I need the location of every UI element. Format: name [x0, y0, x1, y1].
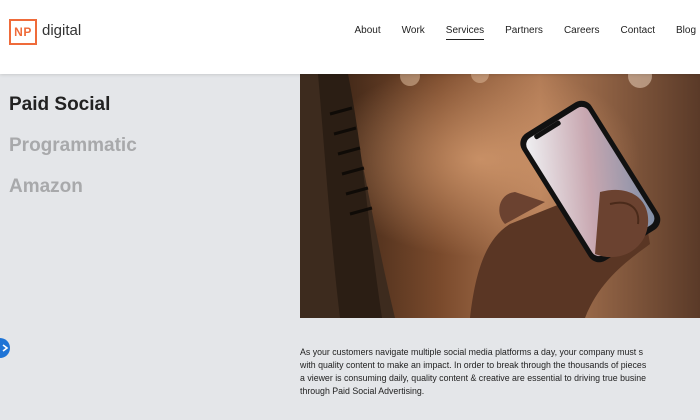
- phone-photo-illustration: [300, 74, 700, 318]
- logo-wordmark[interactable]: digital: [42, 22, 81, 39]
- nav-about[interactable]: About: [354, 25, 380, 40]
- main-nav: About Work Services Partners Careers Con…: [333, 25, 696, 40]
- nav-work[interactable]: Work: [402, 25, 425, 40]
- service-description: As your customers navigate multiple soci…: [300, 346, 700, 398]
- nav-contact[interactable]: Contact: [621, 25, 655, 40]
- description-line: with quality content to make an impact. …: [300, 360, 647, 370]
- nav-careers[interactable]: Careers: [564, 25, 600, 40]
- site-header: NP digital About Work Services Partners …: [0, 0, 700, 74]
- description-line: through Paid Social Advertising.: [300, 386, 425, 396]
- logo-mark[interactable]: NP: [9, 19, 37, 45]
- nav-services[interactable]: Services: [445, 25, 485, 40]
- accessibility-widget-button[interactable]: [0, 338, 10, 358]
- sidebar-item-paid-social[interactable]: Paid Social: [9, 94, 110, 116]
- nav-partners[interactable]: Partners: [505, 25, 543, 40]
- nav-blog[interactable]: Blog: [676, 25, 696, 40]
- hero-image-hand-holding-phone: [300, 74, 700, 318]
- description-line: a viewer is consuming daily, quality con…: [300, 373, 647, 383]
- sidebar-item-programmatic[interactable]: Programmatic: [9, 135, 137, 157]
- accessibility-icon: [2, 344, 9, 352]
- services-sidebar: Paid Social Programmatic Amazon: [0, 66, 296, 420]
- description-line: As your customers navigate multiple soci…: [300, 347, 644, 357]
- sidebar-item-amazon[interactable]: Amazon: [9, 176, 83, 198]
